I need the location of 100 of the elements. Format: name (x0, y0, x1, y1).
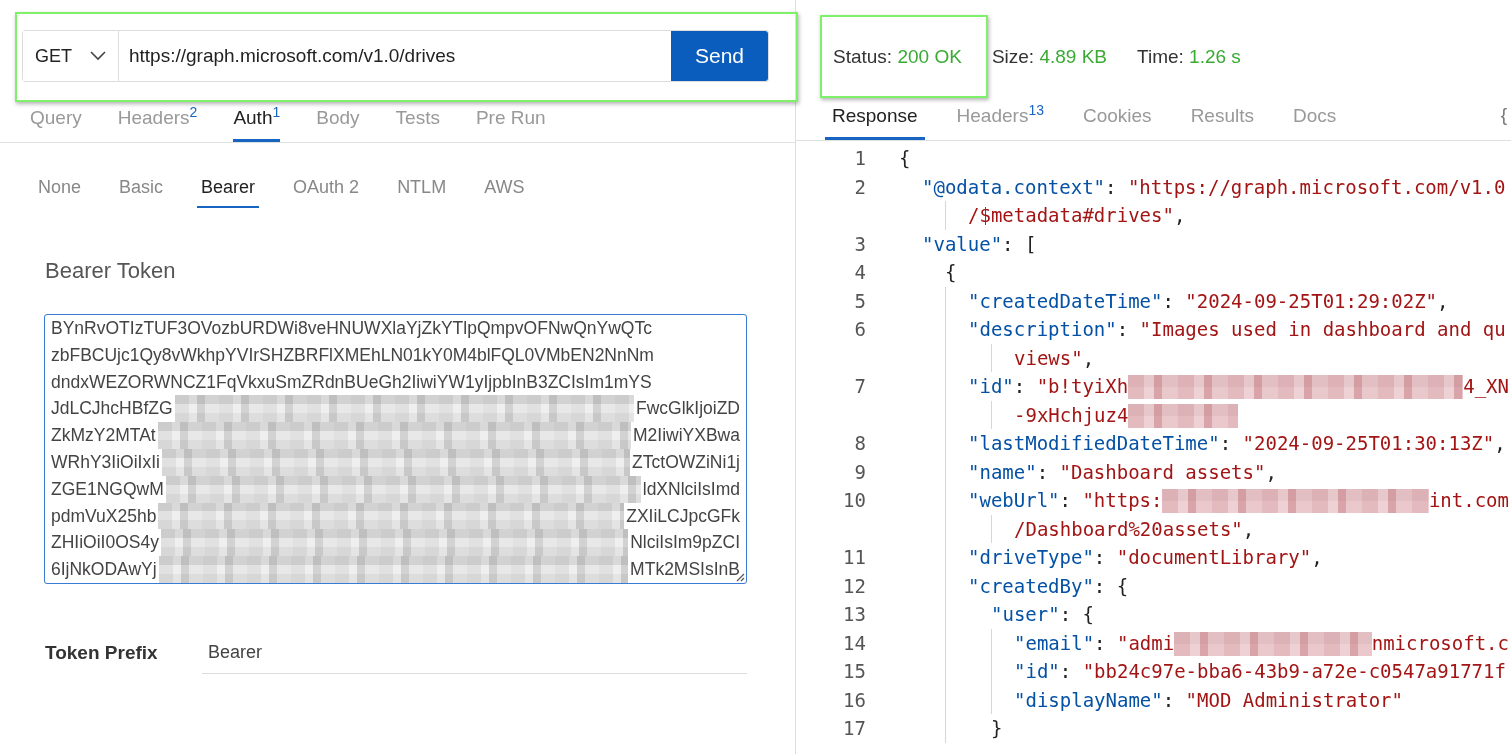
line-number: 1 (853, 146, 866, 171)
json-string: "https://graph.microsoft.com/v1.0 (1127, 174, 1506, 200)
token-text: pdmVuX25hb (51, 504, 157, 528)
json-string: nmicrosoft.c (1371, 630, 1509, 656)
json-key: "lastModifiedDateTime" (968, 429, 1220, 458)
json-punctuation: : (1013, 374, 1027, 399)
auth-type-tab[interactable]: Basic (115, 177, 168, 208)
line-number: 9 (853, 459, 866, 485)
json-string: "MOD Administrator" (1185, 687, 1403, 713)
json-punctuation: , (1242, 516, 1255, 542)
tab[interactable]: Pre Run (475, 107, 546, 142)
auth-type-tab[interactable]: Bearer (197, 177, 260, 208)
token-text: 6IjNkODAwYj (51, 558, 157, 582)
token-text: ZXIiLCJpcGFk (626, 504, 740, 528)
json-key: "user" (991, 600, 1060, 629)
response-stat: Time: 1.26 s (1137, 46, 1241, 69)
json-key: "displayName" (1014, 685, 1163, 714)
token-text: zbFBCUjc1Qy8vWkhpYVIrSHZBRFlXMEhLN01kY0M4blFQL0VMbEN2NnNm (51, 343, 654, 367)
json-punctuation: : [ (1002, 231, 1037, 257)
json-string: "Dashboard assets" (1059, 459, 1266, 485)
json-punctuation: : (1162, 687, 1176, 713)
auth-type-tab[interactable]: OAuth 2 (289, 177, 364, 208)
json-punctuation: } (991, 716, 1003, 741)
token-text: ldXNlciIsImd (642, 477, 740, 501)
json-key: "value" (922, 229, 1003, 258)
json-punctuation: , (1494, 431, 1506, 456)
token-text: MTk2MSIsInB (630, 558, 740, 582)
line-number: 10 (842, 488, 866, 513)
json-string: /Dashboard%20assets" (1014, 516, 1243, 542)
auth-type-tab[interactable]: NTLM (393, 177, 451, 208)
json-punctuation: : { (1093, 573, 1129, 599)
token-text: ZGE1NGQwM (51, 477, 164, 501)
json-key: "driveType" (968, 543, 1094, 572)
json-punctuation: , (1437, 288, 1449, 314)
json-string: "https: (1082, 488, 1163, 513)
json-key: "id" (968, 372, 1014, 401)
json-key: "name" (968, 457, 1037, 486)
token-text: dndxWEZORWNCZ1FqVkxuSmZRdnBUeGh2IiwiYW1yIjpbInB3ZCIsIm1mYS (51, 370, 652, 394)
json-key: "description" (968, 315, 1117, 344)
json-punctuation: { (899, 146, 911, 171)
json-punctuation: : (1059, 488, 1072, 513)
json-key: "id" (1014, 657, 1060, 686)
token-prefix-field[interactable]: Bearer (202, 642, 747, 674)
tab[interactable]: Auth$^{1}$ (233, 103, 281, 142)
field-label: Bearer Token (45, 258, 177, 284)
format-button[interactable]: { (1500, 104, 1507, 126)
json-punctuation: : (1093, 545, 1107, 570)
line-number: 3 (853, 231, 866, 257)
auth-type-tab[interactable]: AWS (480, 177, 529, 208)
tab[interactable]: Headers$^{13}$ (949, 101, 1051, 140)
line-number: 16 (842, 687, 866, 713)
json-punctuation: { (945, 260, 957, 285)
tab[interactable]: Results (1183, 105, 1261, 140)
json-punctuation: : (1059, 659, 1073, 684)
line-number: 17 (842, 716, 866, 741)
field-label: Token Prefix (45, 642, 159, 665)
line-number: 4 (853, 260, 866, 285)
json-punctuation: , (1173, 203, 1186, 228)
json-string: "bb24c97e-bba6-43b9-a72e-c0547a91771f (1082, 659, 1506, 684)
json-string: "2024-09-25T01:29:02Z" (1185, 288, 1438, 314)
tab[interactable]: Headers$^{2}$ (117, 103, 198, 142)
tab[interactable]: Tests (395, 107, 440, 142)
json-string: views" (1014, 345, 1083, 371)
json-key: "webUrl" (968, 486, 1060, 515)
json-punctuation: : (1105, 174, 1118, 200)
token-textarea[interactable] (44, 314, 747, 584)
line-number: 7 (853, 374, 866, 399)
json-key: "@odata.context" (922, 172, 1106, 201)
json-string: /$metadata#drives" (968, 203, 1174, 228)
json-string: "Images used in dashboard and qu (1139, 317, 1506, 342)
json-punctuation: , (1265, 459, 1277, 485)
token-text: NlciIsIm9pZCI (630, 531, 740, 555)
token-text: JdLCJhcHBfZG (51, 397, 173, 421)
tab[interactable]: Docs (1286, 105, 1344, 140)
line-number: 11 (842, 545, 866, 570)
tab[interactable]: Body (316, 107, 360, 142)
tab[interactable]: Query (30, 107, 82, 142)
json-key: "createdBy" (968, 571, 1094, 600)
json-string: "2024-09-25T01:30:13Z" (1242, 431, 1495, 456)
json-punctuation: , (1311, 545, 1323, 570)
tab[interactable]: Cookies (1075, 105, 1159, 140)
token-text: M2IiwiYXBwa (633, 424, 740, 448)
json-string: "b!tyiXh (1036, 374, 1129, 399)
json-punctuation: : (1116, 317, 1130, 342)
line-number: 14 (842, 630, 866, 656)
json-punctuation: : (1219, 431, 1233, 456)
line-number: 8 (853, 431, 866, 456)
tab[interactable]: Response (825, 105, 925, 140)
json-key: "email" (1014, 628, 1095, 657)
json-string: 4_XN (1463, 374, 1509, 400)
token-text: ZkMzY2MTAt (51, 424, 156, 448)
line-number: 13 (842, 602, 866, 627)
line-number: 2 (853, 174, 866, 200)
token-text: ZTctOWZiNi1j (632, 451, 740, 474)
line-number: 15 (842, 659, 866, 684)
line-number: 5 (853, 288, 866, 314)
line-number: 12 (842, 573, 866, 599)
json-punctuation: : (1162, 288, 1175, 314)
json-punctuation: : (1094, 630, 1107, 656)
auth-type-tab[interactable]: None (34, 177, 86, 208)
